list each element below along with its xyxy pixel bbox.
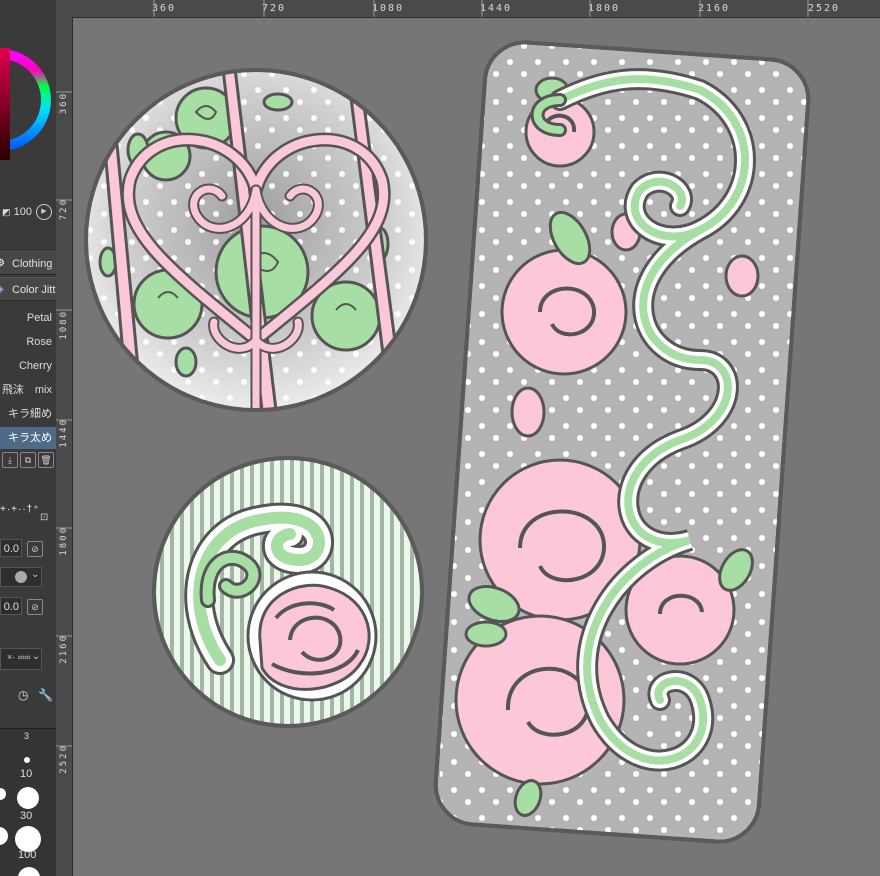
rose-vine-bookmark[interactable] — [433, 40, 820, 860]
artwork-layer[interactable] — [0, 0, 880, 876]
heart-gate-charm[interactable] — [80, 60, 440, 420]
stripe-rose-charm[interactable] — [152, 456, 424, 728]
